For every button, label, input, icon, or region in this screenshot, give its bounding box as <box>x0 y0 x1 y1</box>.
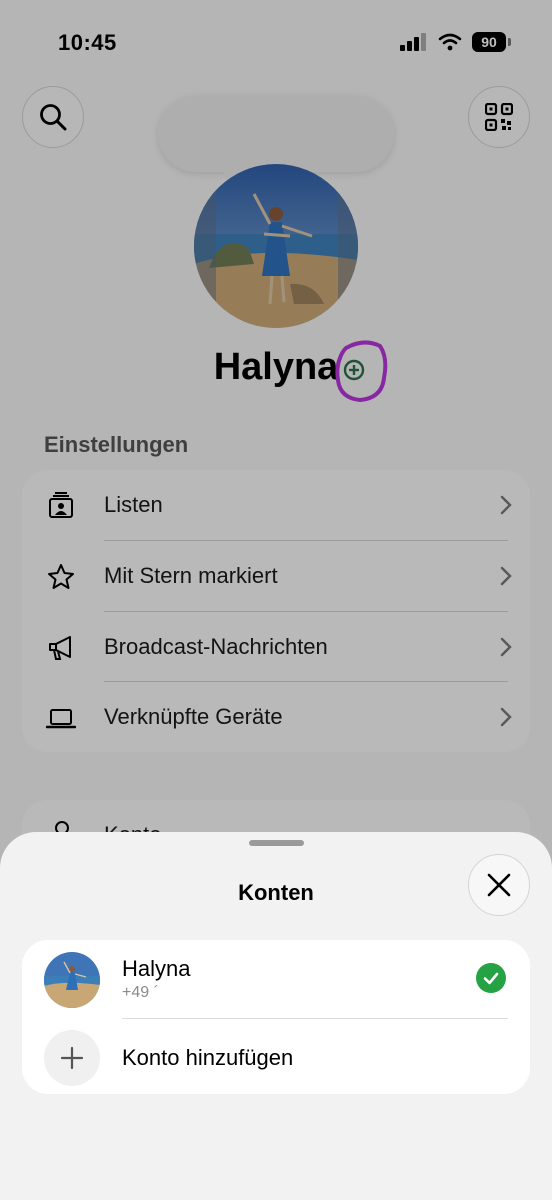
account-name: Halyna <box>122 956 191 981</box>
selected-check-icon <box>476 963 506 993</box>
profile-screen: 10:45 90 Halyna Einstellungen Listen Mit… <box>0 0 552 1200</box>
close-icon <box>487 873 511 897</box>
accounts-list: Halyna +49 ´ Konto hinzufügen <box>22 940 530 1094</box>
plus-icon <box>44 1030 100 1086</box>
account-phone: +49 ´ <box>122 984 159 1001</box>
add-account-label: Konto hinzufügen <box>122 1045 294 1070</box>
account-avatar <box>44 952 100 1008</box>
close-button[interactable] <box>468 854 530 916</box>
account-photo <box>44 952 100 1008</box>
accounts-sheet: Konten Halyna +49 ´ Konto hinzufügen <box>0 832 552 1200</box>
sheet-grabber[interactable] <box>249 840 304 846</box>
divider <box>122 1018 508 1019</box>
